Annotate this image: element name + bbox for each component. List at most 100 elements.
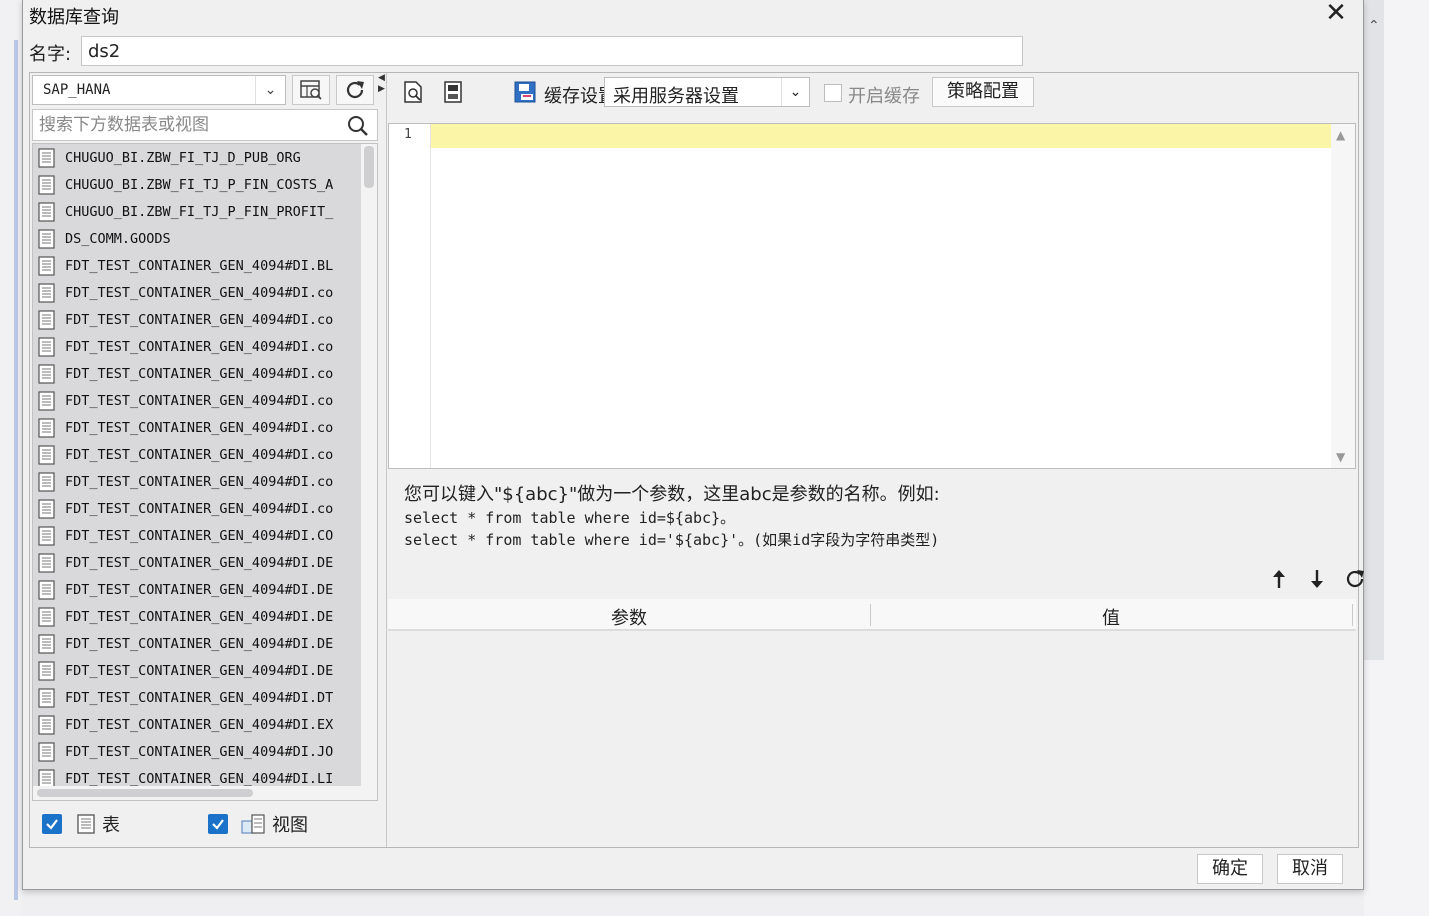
table-icon	[38, 579, 55, 600]
current-line-highlight	[431, 124, 1331, 148]
table-name: FDT_TEST_CONTAINER_GEN_4094#DI.EX	[65, 716, 334, 733]
table-row[interactable]: FDT_TEST_CONTAINER_GEN_4094#DI.CO	[33, 522, 361, 549]
list-vertical-scrollbar[interactable]	[361, 144, 377, 786]
ok-button[interactable]: 确定	[1197, 854, 1263, 884]
table-name: FDT_TEST_CONTAINER_GEN_4094#DI.JO	[65, 743, 334, 760]
table-icon	[38, 741, 55, 762]
move-down-button[interactable]	[1304, 565, 1330, 593]
table-icon	[77, 814, 95, 834]
table-row[interactable]: FDT_TEST_CONTAINER_GEN_4094#DI.DE	[33, 576, 361, 603]
table-name: CHUGUO_BI.ZBW_FI_TJ_D_PUB_ORG	[65, 149, 301, 166]
table-icon	[38, 174, 55, 195]
sql-editor[interactable]: 1 ▲ ▼	[388, 123, 1356, 469]
table-row[interactable]: FDT_TEST_CONTAINER_GEN_4094#DI.co	[33, 441, 361, 468]
scroll-thumb[interactable]	[37, 789, 253, 797]
table-row[interactable]: FDT_TEST_CONTAINER_GEN_4094#DI.co	[33, 468, 361, 495]
code-area[interactable]	[431, 124, 1331, 468]
value-column-header[interactable]: 值	[870, 604, 1352, 630]
table-row[interactable]: CHUGUO_BI.ZBW_FI_TJ_P_FIN_COSTS_A	[33, 171, 361, 198]
arrow-up-icon	[1273, 570, 1285, 588]
list-horizontal-scrollbar[interactable]	[33, 786, 377, 800]
table-name: FDT_TEST_CONTAINER_GEN_4094#DI.co	[65, 473, 334, 490]
column-separator[interactable]	[1352, 604, 1353, 626]
table-icon	[38, 444, 55, 465]
filter-row: 表 视图	[42, 811, 308, 837]
table-row[interactable]: FDT_TEST_CONTAINER_GEN_4094#DI.DE	[33, 549, 361, 576]
refresh-connection-button[interactable]	[336, 75, 374, 105]
cancel-button[interactable]: 取消	[1277, 854, 1343, 884]
dialog-title: 数据库查询	[29, 7, 119, 28]
preview-query-button[interactable]	[398, 77, 428, 107]
enable-cache-checkbox[interactable]	[824, 84, 842, 102]
background-right-strip: ⌃	[1364, 0, 1429, 916]
table-row[interactable]: FDT_TEST_CONTAINER_GEN_4094#DI.BL	[33, 252, 361, 279]
check-icon	[46, 819, 58, 830]
background-left-strip	[0, 0, 22, 916]
table-row[interactable]: FDT_TEST_CONTAINER_GEN_4094#DI.JO	[33, 738, 361, 765]
refresh-params-button[interactable]	[1342, 565, 1368, 593]
table-icon	[38, 552, 55, 573]
name-input[interactable]	[81, 36, 1023, 66]
enable-cache-label: 开启缓存	[848, 86, 920, 107]
table-row[interactable]: FDT_TEST_CONTAINER_GEN_4094#DI.DT	[33, 684, 361, 711]
table-row[interactable]: FDT_TEST_CONTAINER_GEN_4094#DI.DE	[33, 603, 361, 630]
table-row[interactable]: FDT_TEST_CONTAINER_GEN_4094#DI.co	[33, 360, 361, 387]
database-query-dialog: 数据库查询 ✕ 名字: SAP_HANA ⌄ ◀▶ CHUGU	[22, 0, 1364, 890]
table-row[interactable]: FDT_TEST_CONTAINER_GEN_4094#DI.co	[33, 495, 361, 522]
table-row[interactable]: FDT_TEST_CONTAINER_GEN_4094#DI.DE	[33, 657, 361, 684]
sql-template-button[interactable]	[438, 77, 468, 107]
cache-settings-icon-button[interactable]	[510, 77, 540, 107]
table-icon	[38, 417, 55, 438]
table-name: FDT_TEST_CONTAINER_GEN_4094#DI.DT	[65, 689, 334, 706]
table-icon	[38, 768, 55, 786]
name-label: 名字:	[29, 44, 72, 65]
scroll-thumb[interactable]	[364, 146, 374, 188]
cache-mode-select[interactable]: 采用服务器设置 ⌄	[604, 77, 810, 107]
table-search-input[interactable]	[33, 110, 333, 140]
show-tables-checkbox[interactable]	[42, 814, 62, 834]
table-list: CHUGUO_BI.ZBW_FI_TJ_D_PUB_ORG CHUGUO_BI.Z…	[32, 143, 378, 801]
chevron-down-icon[interactable]: ⌄	[781, 78, 809, 106]
table-name: FDT_TEST_CONTAINER_GEN_4094#DI.DE	[65, 662, 334, 679]
param-column-header[interactable]: 参数	[388, 604, 870, 630]
scroll-down-icon[interactable]: ▼	[1336, 450, 1345, 464]
close-icon[interactable]: ✕	[1323, 0, 1349, 27]
hint-line-1: 您可以键入"${abc}"做为一个参数，这里abc是参数的名称。例如:	[404, 484, 940, 505]
table-row[interactable]: FDT_TEST_CONTAINER_GEN_4094#DI.DE	[33, 630, 361, 657]
refresh-icon	[346, 81, 364, 99]
refresh-icon	[1346, 570, 1364, 588]
table-row[interactable]: FDT_TEST_CONTAINER_GEN_4094#DI.co	[33, 279, 361, 306]
table-row[interactable]: CHUGUO_BI.ZBW_FI_TJ_P_FIN_PROFIT_	[33, 198, 361, 225]
chevron-up-icon[interactable]: ⌃	[1368, 18, 1380, 34]
save-cache-icon	[514, 81, 536, 103]
table-row[interactable]: DS_COMM.GOODS	[33, 225, 361, 252]
policy-config-button[interactable]: 策略配置	[932, 77, 1034, 107]
show-views-checkbox[interactable]	[208, 814, 228, 834]
editor-scrollbar[interactable]: ▲ ▼	[1331, 124, 1355, 468]
main-frame: SAP_HANA ⌄ ◀▶ CHUGUO_BI.ZBW_FI_TJ_D_PUB_…	[29, 72, 1364, 848]
table-row[interactable]: FDT_TEST_CONTAINER_GEN_4094#DI.co	[33, 414, 361, 441]
table-icon	[38, 633, 55, 654]
filter-table-label: 表	[102, 815, 120, 836]
table-row[interactable]: FDT_TEST_CONTAINER_GEN_4094#DI.EX	[33, 711, 361, 738]
table-icon	[38, 255, 55, 276]
parameter-table: 参数 值	[388, 599, 1356, 847]
background-column	[1364, 0, 1384, 660]
table-icon	[38, 282, 55, 303]
table-name: FDT_TEST_CONTAINER_GEN_4094#DI.co	[65, 392, 334, 409]
table-row[interactable]: FDT_TEST_CONTAINER_GEN_4094#DI.co	[33, 333, 361, 360]
table-row[interactable]: FDT_TEST_CONTAINER_GEN_4094#DI.co	[33, 306, 361, 333]
scroll-up-icon[interactable]: ▲	[1336, 128, 1345, 142]
connection-select[interactable]: SAP_HANA ⌄	[32, 75, 286, 105]
search-icon[interactable]	[347, 115, 369, 137]
check-icon	[212, 819, 224, 830]
preview-table-button[interactable]	[292, 75, 330, 105]
move-up-button[interactable]	[1266, 565, 1292, 593]
table-row[interactable]: CHUGUO_BI.ZBW_FI_TJ_D_PUB_ORG	[33, 144, 361, 171]
table-row[interactable]: FDT_TEST_CONTAINER_GEN_4094#DI.LI	[33, 765, 361, 786]
parameter-tools	[1256, 565, 1366, 593]
table-row[interactable]: FDT_TEST_CONTAINER_GEN_4094#DI.co	[33, 387, 361, 414]
arrow-down-icon	[1311, 570, 1323, 588]
panel-divider[interactable]	[386, 73, 387, 847]
chevron-down-icon[interactable]: ⌄	[255, 76, 285, 104]
